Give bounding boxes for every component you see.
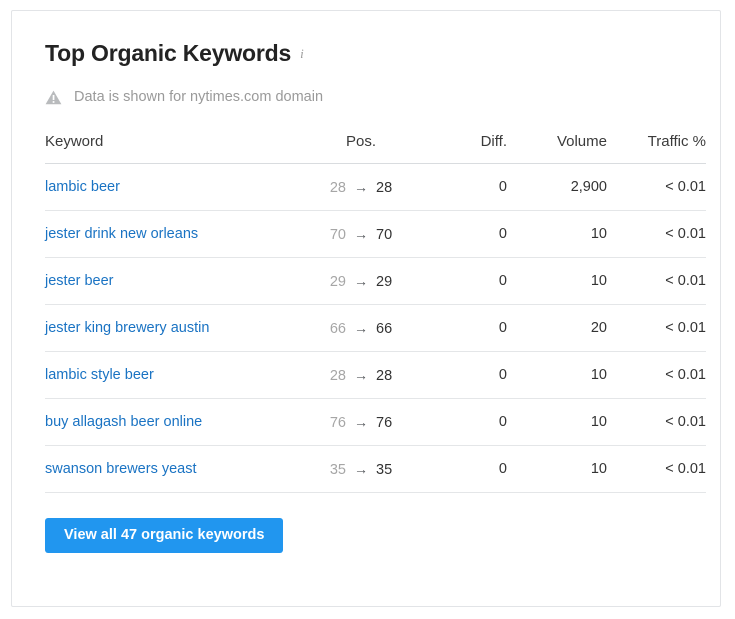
table-header-row: Keyword Pos. Diff. Volume Traffic % [45,133,706,164]
arrow-right-icon: → [354,413,368,430]
cell-keyword: swanson brewers yeast [45,445,313,493]
cell-volume: 20 [507,304,607,352]
top-organic-keywords-card: Top Organic Keywords i Data is shown for… [11,10,721,607]
cell-position: 70 → 70 [313,210,409,258]
page-title: Top Organic Keywords [45,40,292,66]
cell-diff: 0 [409,257,507,305]
cell-diff: 0 [409,304,507,352]
table-body: lambic beer 28 → 28 0 2,900 < 0.01 jester drink… [45,163,706,493]
cell-position: 28 → 28 [313,351,409,399]
keyword-link[interactable]: jester beer [45,273,114,289]
position-previous: 35 [329,461,346,478]
position-current: 35 [376,461,393,478]
table-row: jester drink new orleans 70 → 70 0 10 < 0.01 [45,210,706,258]
position-previous: 76 [329,414,346,431]
cell-traffic: < 0.01 [607,257,706,305]
position-previous: 29 [329,273,346,290]
view-all-organic-keywords-button[interactable]: View all 47 organic keywords [45,518,284,553]
position-current: 28 [376,367,393,384]
warning-triangle-icon [45,90,62,104]
cell-diff: 0 [409,398,507,446]
cell-keyword: buy allagash beer online [45,398,313,446]
cell-volume: 2,900 [507,163,607,211]
cell-keyword: jester drink new orleans [45,210,313,258]
cell-diff: 0 [409,163,507,211]
cell-traffic: < 0.01 [607,210,706,258]
keyword-link[interactable]: jester king brewery austin [45,320,209,336]
arrow-right-icon: → [354,460,368,477]
column-header-diff[interactable]: Diff. [409,133,507,164]
column-header-keyword[interactable]: Keyword [45,133,313,164]
position-previous: 28 [329,367,346,384]
column-header-pos[interactable]: Pos. [313,133,409,164]
card-header: Top Organic Keywords i [45,39,691,67]
info-icon[interactable]: i [300,46,304,62]
arrow-right-icon: → [354,366,368,383]
keyword-link[interactable]: lambic style beer [45,367,154,383]
cell-diff: 0 [409,445,507,493]
keyword-link[interactable]: lambic beer [45,179,120,195]
cell-diff: 0 [409,210,507,258]
table-row: buy allagash beer online 76 → 76 0 10 < 0.01 [45,398,706,446]
keyword-link[interactable]: swanson brewers yeast [45,461,197,477]
position-current: 70 [376,226,393,243]
cell-traffic: < 0.01 [607,351,706,399]
data-notice-text: Data is shown for nytimes.com domain [74,89,324,105]
arrow-right-icon: → [354,178,368,195]
cell-volume: 10 [507,257,607,305]
table-row: jester king brewery austin 66 → 66 0 20 < 0.01 [45,304,706,352]
keyword-link[interactable]: jester drink new orleans [45,226,198,242]
position-previous: 70 [329,226,346,243]
cell-position: 35 → 35 [313,445,409,493]
position-current: 29 [376,273,393,290]
cell-keyword: jester beer [45,257,313,305]
arrow-right-icon: → [354,225,368,242]
table-row: lambic style beer 28 → 28 0 10 < 0.01 [45,351,706,399]
cell-traffic: < 0.01 [607,163,706,211]
cell-position: 66 → 66 [313,304,409,352]
cell-keyword: lambic beer [45,163,313,211]
organic-keywords-table: Keyword Pos. Diff. Volume Traffic % lamb… [45,133,706,493]
arrow-right-icon: → [354,319,368,336]
position-current: 28 [376,179,393,196]
cell-traffic: < 0.01 [607,304,706,352]
table-row: lambic beer 28 → 28 0 2,900 < 0.01 [45,163,706,211]
position-previous: 66 [329,320,346,337]
cell-position: 28 → 28 [313,163,409,211]
position-current: 76 [376,414,393,431]
table-row: jester beer 29 → 29 0 10 < 0.01 [45,257,706,305]
data-notice: Data is shown for nytimes.com domain [45,88,691,106]
cell-keyword: lambic style beer [45,351,313,399]
arrow-right-icon: → [354,272,368,289]
keyword-link[interactable]: buy allagash beer online [45,414,202,430]
cell-volume: 10 [507,351,607,399]
cell-traffic: < 0.01 [607,398,706,446]
cell-volume: 10 [507,398,607,446]
cell-position: 29 → 29 [313,257,409,305]
column-header-volume[interactable]: Volume [507,133,607,164]
cell-volume: 10 [507,210,607,258]
table-head: Keyword Pos. Diff. Volume Traffic % [45,133,706,164]
cell-volume: 10 [507,445,607,493]
cell-position: 76 → 76 [313,398,409,446]
cell-traffic: < 0.01 [607,445,706,493]
cell-diff: 0 [409,351,507,399]
position-current: 66 [376,320,393,337]
table-row: swanson brewers yeast 35 → 35 0 10 < 0.01 [45,445,706,493]
cell-keyword: jester king brewery austin [45,304,313,352]
column-header-traffic[interactable]: Traffic % [607,133,706,164]
position-previous: 28 [329,179,346,196]
card-body: Top Organic Keywords i Data is shown for… [12,11,720,553]
